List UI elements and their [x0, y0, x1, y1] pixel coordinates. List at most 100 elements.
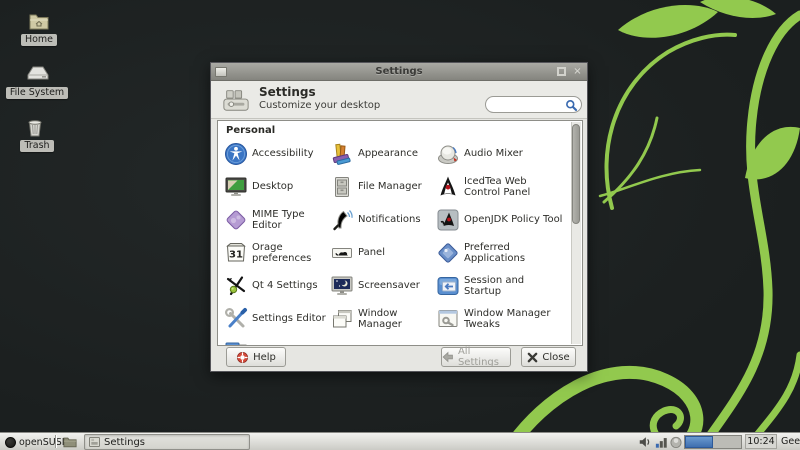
settings-item-appearance[interactable]: Appearance — [330, 137, 436, 170]
settings-item-session-and[interactable]: Session and Startup — [436, 269, 576, 302]
settings-item-label: Window Manager Tweaks — [464, 308, 550, 330]
file-manager-icon — [330, 175, 354, 199]
settings-manager-icon — [221, 86, 251, 118]
settings-grid: Accessibility Appearance Audio Mixer Deskto… — [224, 137, 576, 346]
settings-item-label: Accessibility — [252, 148, 314, 159]
svg-text:31: 31 — [229, 249, 243, 260]
settings-item-audio-mixer[interactable]: Audio Mixer — [436, 137, 576, 170]
header-title: Settings — [259, 85, 316, 99]
appearance-icon — [330, 142, 354, 166]
preferred-applications-icon — [436, 241, 460, 265]
folder-icon — [63, 436, 77, 448]
window-header: Settings Customize your desktop — [211, 81, 587, 119]
search-input[interactable] — [485, 96, 582, 113]
settings-item-label: MIME Type Editor — [252, 209, 330, 231]
desktop-icon-label: File System — [6, 87, 68, 99]
scrollbar-thumb[interactable] — [572, 124, 580, 224]
clock[interactable]: 10:24 — [745, 434, 777, 449]
settings-item-label: Settings Editor — [252, 313, 326, 324]
settings-list-area: Personal Accessibility Appearance Audio Mi… — [217, 120, 583, 346]
settings-item-label: Desktop — [252, 181, 293, 192]
settings-item-screensaver[interactable]: Screensaver — [330, 269, 436, 302]
workspace-pager[interactable] — [684, 435, 742, 449]
help-button[interactable]: Help — [226, 347, 286, 367]
close-x-icon — [527, 352, 538, 363]
taskbar: openSUSE Settings 10:24 Geeko — [0, 432, 800, 450]
close-icon[interactable]: × — [572, 66, 583, 77]
settings-item-notifications[interactable]: Notifications — [330, 203, 436, 236]
settings-item-settings-editor[interactable]: Settings Editor — [224, 302, 330, 335]
help-lifebuoy-icon — [236, 351, 249, 364]
task-settings-icon — [89, 437, 100, 447]
opensuse-logo-icon — [5, 437, 16, 448]
notifications-icon — [330, 208, 354, 232]
panel-icon — [330, 241, 354, 265]
settings-item-label: Window Manager — [358, 308, 436, 330]
trash-icon — [27, 119, 47, 137]
settings-item-label: Orage preferences — [252, 242, 330, 264]
session-startup-icon — [436, 274, 460, 298]
network-signal-icon[interactable] — [655, 435, 669, 449]
task-button-settings[interactable]: Settings — [84, 434, 250, 450]
workspace-2[interactable] — [713, 436, 741, 448]
settings-item-window-manager[interactable]: Window Manager — [330, 302, 436, 335]
settings-item-desktop[interactable]: Desktop — [224, 170, 330, 203]
icedtea-web-icon — [436, 175, 460, 199]
settings-item-label: Qt 4 Settings — [252, 280, 318, 291]
desktop-icon-label: Trash — [20, 140, 53, 152]
settings-item-mime-type-editor[interactable]: MIME Type Editor — [224, 203, 330, 236]
settings-editor-icon — [224, 307, 248, 331]
desktop-settings-icon — [224, 175, 248, 199]
settings-item-label: File Manager — [358, 181, 422, 192]
screensaver-icon — [330, 274, 354, 298]
file-system-icon — [27, 66, 47, 84]
openjdk-policy-icon — [436, 208, 460, 232]
settings-item-openjdk-policy-tool[interactable]: OpenJDK Policy Tool — [436, 203, 576, 236]
host-label: Geeko — [781, 436, 800, 447]
settings-item-qt-4-settings[interactable]: Qt 4 Settings — [224, 269, 330, 302]
desktop-icon-file-system[interactable]: File System — [6, 66, 68, 99]
back-arrow-icon — [442, 351, 454, 363]
settings-item-panel[interactable]: Panel — [330, 236, 436, 269]
file-manager-launcher[interactable] — [60, 434, 80, 450]
section-header: Personal — [226, 125, 275, 136]
window-titlebar[interactable]: Settings × — [211, 63, 587, 81]
tray-status-icon[interactable] — [669, 435, 683, 449]
settings-item-label: IcedTea Web Control Panel — [464, 176, 530, 198]
settings-item-file-manager[interactable]: File Manager — [330, 170, 436, 203]
maximize-icon[interactable] — [557, 67, 566, 76]
close-button[interactable]: Close — [521, 347, 576, 367]
settings-item-label: Screensaver — [358, 280, 420, 291]
window-manager-icon — [330, 307, 354, 331]
settings-item-label: Appearance — [358, 148, 418, 159]
desktop-icon-trash[interactable]: Trash — [15, 119, 59, 152]
desktop-icon-label: Home — [21, 34, 57, 46]
all-settings-button[interactable]: All Settings — [441, 347, 511, 367]
workspace-1-active[interactable] — [685, 436, 713, 448]
settings-item-label: Session and Startup — [464, 275, 524, 297]
qt4-settings-icon — [224, 274, 248, 298]
settings-window: Settings × Settings Customize your deskt… — [210, 62, 588, 372]
scrollbar[interactable] — [571, 122, 581, 344]
window-title: Settings — [211, 66, 587, 77]
settings-item-orage-preferences[interactable]: 31 Orage preferences — [224, 236, 330, 269]
search-icon — [565, 99, 578, 112]
settings-item-label: Panel — [358, 247, 385, 258]
home-folder-icon — [29, 13, 49, 31]
settings-item-accessibility[interactable]: Accessibility — [224, 137, 330, 170]
orage-calendar-icon: 31 — [224, 241, 248, 265]
settings-item-icedtea-web[interactable]: IcedTea Web Control Panel — [436, 170, 576, 203]
accessibility-icon — [224, 142, 248, 166]
settings-item-label: Preferred Applications — [464, 242, 525, 264]
desktop-icon-home[interactable]: Home — [16, 13, 62, 46]
taskbar-separator — [55, 435, 56, 448]
settings-item-label: OpenJDK Policy Tool — [464, 214, 562, 225]
header-subtitle: Customize your desktop — [259, 100, 380, 111]
window-manager-tweaks-icon — [436, 307, 460, 331]
window-button-bar: Help All Settings Close — [211, 344, 587, 371]
settings-item-label: Audio Mixer — [464, 148, 523, 159]
settings-item-window-manager[interactable]: Window Manager Tweaks — [436, 302, 576, 335]
settings-item-label: Notifications — [358, 214, 421, 225]
settings-item-preferred[interactable]: Preferred Applications — [436, 236, 576, 269]
volume-icon[interactable] — [638, 435, 652, 449]
